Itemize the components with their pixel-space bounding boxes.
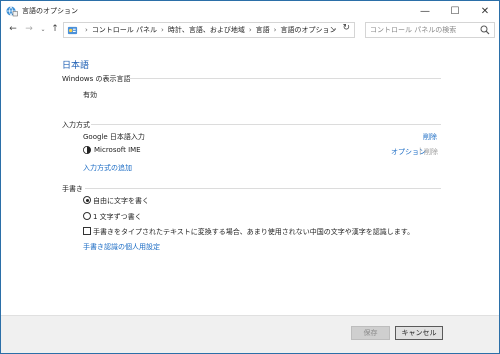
breadcrumb-control-panel[interactable]: コントロール パネル: [92, 25, 157, 35]
rare-characters-checkbox[interactable]: [83, 227, 91, 235]
breadcrumb-separator-icon: ›: [273, 26, 277, 34]
section-divider: [85, 188, 441, 189]
address-bar[interactable]: › コントロール パネル › 時計、言語、および地域 › 言語 › 言語のオプシ…: [63, 22, 355, 38]
breadcrumb-separator-icon: ›: [161, 26, 164, 34]
link-separator: |: [419, 147, 422, 155]
window-title: 言語のオプション: [22, 7, 78, 15]
display-language-status: 有効: [83, 91, 97, 99]
microsoft-ime-icon: [83, 146, 91, 154]
dialog-footer: 保存 キャンセル: [1, 315, 499, 353]
search-placeholder: コントロール パネルの検索: [370, 26, 457, 34]
rare-characters-label: 手書きをタイプされたテキストに変換する場合、あまり使用されない中国の文字や漢字を…: [93, 228, 415, 236]
refresh-icon[interactable]: ↻: [342, 23, 350, 33]
breadcrumb-language-options[interactable]: 言語のオプション: [280, 25, 336, 35]
remove-google-ime-link[interactable]: 削除: [423, 132, 437, 142]
title-bar[interactable]: 言語のオプション — ☐ ✕: [1, 1, 499, 21]
input-method-google-name: Google 日本語入力: [83, 133, 145, 141]
page-title: 日本語: [62, 61, 90, 71]
up-arrow-icon[interactable]: ↑: [49, 22, 61, 36]
navigation-row: ← → ⌄ ↑ › コントロール パネル › 時計、言語、および地域 › 言語 …: [1, 21, 499, 38]
input-method-section-label: 入力方式: [62, 121, 90, 129]
language-globe-icon: [6, 6, 18, 17]
control-panel-icon: [67, 26, 78, 34]
freeform-handwriting-radio[interactable]: [83, 196, 91, 204]
minimize-button[interactable]: —: [411, 1, 439, 21]
forward-arrow-icon[interactable]: →: [23, 22, 35, 36]
freeform-handwriting-label: 自由に文字を書く: [93, 197, 149, 205]
display-language-section-label: Windows の表示言語: [62, 75, 131, 83]
single-character-radio[interactable]: [83, 212, 91, 220]
close-button[interactable]: ✕: [471, 1, 499, 21]
breadcrumb-separator-icon: ›: [248, 26, 252, 34]
back-arrow-icon[interactable]: ←: [7, 22, 19, 36]
breadcrumb-clock-language-region[interactable]: 時計、言語、および地域: [168, 25, 245, 35]
cancel-button[interactable]: キャンセル: [395, 326, 443, 340]
search-input[interactable]: コントロール パネルの検索: [365, 22, 495, 38]
handwriting-personalization-link[interactable]: 手書き認識の個人用設定: [83, 242, 160, 252]
section-divider: [91, 124, 441, 125]
recent-locations-chevron-icon[interactable]: ⌄: [37, 22, 49, 36]
add-input-method-link[interactable]: 入力方式の追加: [83, 163, 132, 173]
section-divider: [126, 78, 441, 79]
main-content: 日本語 Windows の表示言語 有効 入力方式 Google 日本語入力 削…: [1, 39, 499, 315]
handwriting-section-label: 手書き: [62, 185, 83, 193]
maximize-button[interactable]: ☐: [441, 1, 469, 21]
save-button[interactable]: 保存: [351, 326, 390, 340]
language-options-window: 言語のオプション — ☐ ✕ ← → ⌄ ↑ › コントロール パネル › 時計…: [0, 0, 500, 354]
single-character-label: 1 文字ずつ書く: [93, 213, 142, 221]
input-method-microsoft-name: Microsoft IME: [94, 146, 141, 154]
search-icon[interactable]: [480, 25, 490, 35]
breadcrumb-separator-icon: ›: [85, 26, 88, 34]
remove-microsoft-ime-link[interactable]: 削除: [424, 147, 438, 157]
address-dropdown-chevron-icon[interactable]: ⌄: [331, 25, 336, 32]
breadcrumb-language[interactable]: 言語: [256, 25, 270, 35]
